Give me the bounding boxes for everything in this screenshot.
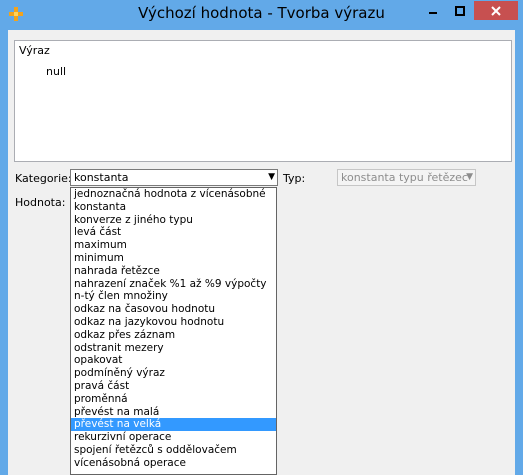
list-item[interactable]: podmíněný výraz xyxy=(71,367,276,380)
maximize-button[interactable] xyxy=(447,1,473,20)
expression-value: null xyxy=(46,65,67,78)
list-item[interactable]: vícenásobná operace xyxy=(71,457,276,470)
type-combo[interactable]: konstanta typu řetězec ▼ xyxy=(337,169,476,186)
category-dropdown-list[interactable]: jednoznačná hodnota z vícenásobné konsta… xyxy=(70,187,277,475)
category-combo[interactable]: konstanta ▼ xyxy=(70,169,278,186)
close-icon xyxy=(491,5,501,16)
close-button[interactable] xyxy=(474,1,518,20)
category-combo-value: konstanta xyxy=(74,171,129,184)
dialog-body: Výraz null Kategorie: konstanta ▼ Typ: k… xyxy=(8,30,515,475)
list-item[interactable]: spojení řetězců s oddělovačem xyxy=(71,444,276,457)
type-label: Typ: xyxy=(283,172,306,185)
list-item[interactable]: opakovat xyxy=(71,354,276,367)
list-item[interactable]: minimum xyxy=(71,252,276,265)
chevron-down-icon: ▼ xyxy=(466,172,473,182)
value-label: Hodnota: xyxy=(15,196,66,209)
list-item[interactable]: proměnná xyxy=(71,393,276,406)
expression-label: Výraz xyxy=(19,44,50,57)
list-item[interactable]: konverze z jiného typu xyxy=(71,214,276,227)
list-item[interactable]: rekurzivní operace xyxy=(71,431,276,444)
list-item[interactable]: konstanta xyxy=(71,201,276,214)
list-item[interactable]: nahrazení značek %1 až %9 výpočty xyxy=(71,278,276,291)
list-item[interactable]: pravá část xyxy=(71,380,276,393)
chevron-down-icon: ▼ xyxy=(268,172,275,182)
minimize-icon xyxy=(429,11,437,14)
list-item[interactable]: nahrada řetězce xyxy=(71,265,276,278)
list-item[interactable]: převést na velká xyxy=(71,418,276,432)
list-item[interactable]: převést na malá xyxy=(71,406,276,419)
minimize-button[interactable] xyxy=(420,1,446,20)
list-item[interactable]: n-tý člen množiny xyxy=(71,290,276,303)
maximize-icon xyxy=(455,5,465,16)
list-item[interactable]: maximum xyxy=(71,239,276,252)
category-label: Kategorie: xyxy=(15,172,72,185)
list-item[interactable]: odkaz přes záznam xyxy=(71,329,276,342)
list-item[interactable]: odkaz na jazykovou hodnotu xyxy=(71,316,276,329)
list-item[interactable]: odkaz na časovou hodnotu xyxy=(71,303,276,316)
expression-panel[interactable]: Výraz null xyxy=(14,40,512,162)
type-combo-value: konstanta typu řetězec xyxy=(341,171,468,184)
list-item[interactable]: jednoznačná hodnota z vícenásobné xyxy=(71,188,276,201)
dialog-window: Výchozí hodnota - Tvorba výrazu Výraz nu… xyxy=(0,0,523,475)
list-item[interactable]: odstranit mezery xyxy=(71,342,276,355)
title-bar[interactable]: Výchozí hodnota - Tvorba výrazu xyxy=(0,0,523,30)
list-item[interactable]: levá část xyxy=(71,226,276,239)
